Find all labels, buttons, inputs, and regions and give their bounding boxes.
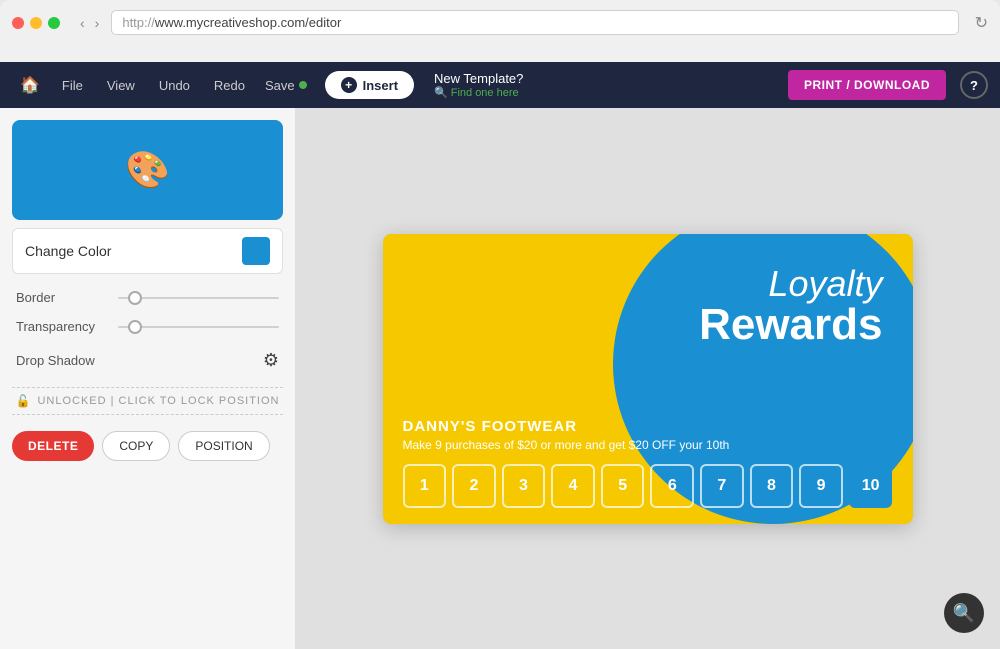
save-menu[interactable]: Save	[259, 72, 313, 99]
punch-box-5: 5	[601, 464, 645, 508]
card-description: Make 9 purchases of $20 or more and get …	[403, 438, 893, 452]
app-header: 🏠 File View Undo Redo Save + Insert New …	[0, 62, 1000, 108]
file-menu[interactable]: File	[52, 72, 93, 99]
save-label: Save	[265, 78, 295, 93]
border-label: Border	[16, 290, 106, 305]
lock-label: UNLOCKED | CLICK TO LOCK POSITION	[37, 395, 279, 407]
redo-menu[interactable]: Redo	[204, 72, 255, 99]
left-panel: 🎨 Change Color Border Transparency	[0, 108, 295, 649]
punch-box-1: 1	[403, 464, 447, 508]
zoom-icon: 🔍	[953, 603, 975, 624]
main-content: 🎨 Change Color Border Transparency	[0, 108, 1000, 649]
drop-shadow-label: Drop Shadow	[16, 353, 95, 368]
search-icon: 🔍	[434, 86, 448, 99]
minimize-button[interactable]	[30, 17, 42, 29]
card-title-area: Loyalty Rewards	[699, 264, 882, 348]
transparency-slider[interactable]	[118, 326, 279, 328]
card-bottom: DANNY'S FOOTWEAR Make 9 purchases of $20…	[383, 402, 913, 524]
print-download-button[interactable]: PRINT / DOWNLOAD	[788, 70, 946, 100]
loyalty-text: Loyalty	[699, 264, 882, 304]
home-icon[interactable]: 🏠	[12, 69, 48, 101]
border-slider[interactable]	[118, 297, 279, 299]
url-host: www.mycreativeshop.com/editor	[155, 15, 341, 30]
punch-box-3: 3	[502, 464, 546, 508]
position-button[interactable]: POSITION	[178, 431, 269, 461]
palette-icon: 🎨	[125, 149, 170, 191]
find-template-link[interactable]: 🔍 Find one here	[434, 86, 523, 99]
change-color-row: Change Color	[12, 228, 283, 274]
punch-box-4: 4	[551, 464, 595, 508]
insert-plus-icon: +	[341, 77, 357, 93]
punch-box-9: 9	[799, 464, 843, 508]
punch-box-10: 10	[849, 464, 893, 508]
punch-boxes: 12345678910	[403, 464, 893, 508]
action-buttons: DELETE COPY POSITION	[12, 431, 283, 461]
insert-label: Insert	[363, 78, 398, 93]
new-template-promo: New Template? 🔍 Find one here	[434, 71, 523, 99]
help-button[interactable]: ?	[960, 71, 988, 99]
new-template-title: New Template?	[434, 71, 523, 86]
punch-box-8: 8	[750, 464, 794, 508]
color-change-card: 🎨	[12, 120, 283, 220]
transparency-row: Transparency	[16, 319, 279, 334]
rewards-text: Rewards	[699, 303, 882, 347]
canvas-area: Loyalty Rewards DANNY'S FOOTWEAR Make 9 …	[295, 108, 1000, 649]
browser-chrome: ‹ › http:// www.mycreativeshop.com/edito…	[0, 0, 1000, 62]
back-button[interactable]: ‹	[76, 13, 89, 33]
punch-box-6: 6	[650, 464, 694, 508]
drop-shadow-row: Drop Shadow ⚙	[12, 350, 283, 371]
save-dot	[299, 81, 307, 89]
transparency-slider-thumb[interactable]	[128, 320, 142, 334]
punch-box-7: 7	[700, 464, 744, 508]
change-color-label: Change Color	[25, 243, 111, 259]
delete-button[interactable]: DELETE	[12, 431, 94, 461]
close-button[interactable]	[12, 17, 24, 29]
lock-row[interactable]: 🔓 UNLOCKED | CLICK TO LOCK POSITION	[12, 387, 283, 415]
copy-button[interactable]: COPY	[102, 431, 170, 461]
color-swatch[interactable]	[242, 237, 270, 265]
traffic-lights	[12, 17, 60, 29]
reload-button[interactable]: ↻	[975, 13, 988, 33]
address-bar[interactable]: http:// www.mycreativeshop.com/editor	[111, 10, 958, 35]
url-protocol: http://	[122, 15, 155, 30]
shadow-settings-icon[interactable]: ⚙	[263, 350, 279, 371]
loyalty-card: Loyalty Rewards DANNY'S FOOTWEAR Make 9 …	[383, 234, 913, 524]
view-menu[interactable]: View	[97, 72, 145, 99]
punch-box-2: 2	[452, 464, 496, 508]
undo-menu[interactable]: Undo	[149, 72, 200, 99]
forward-button[interactable]: ›	[91, 13, 104, 33]
border-slider-thumb[interactable]	[128, 291, 142, 305]
business-name: DANNY'S FOOTWEAR	[403, 418, 893, 435]
transparency-label: Transparency	[16, 319, 106, 334]
maximize-button[interactable]	[48, 17, 60, 29]
lock-icon: 🔓	[15, 394, 31, 408]
zoom-button[interactable]: 🔍	[944, 593, 984, 633]
properties-section: Border Transparency	[12, 290, 283, 334]
insert-button[interactable]: + Insert	[325, 71, 414, 99]
nav-arrows: ‹ ›	[76, 13, 103, 33]
border-row: Border	[16, 290, 279, 305]
